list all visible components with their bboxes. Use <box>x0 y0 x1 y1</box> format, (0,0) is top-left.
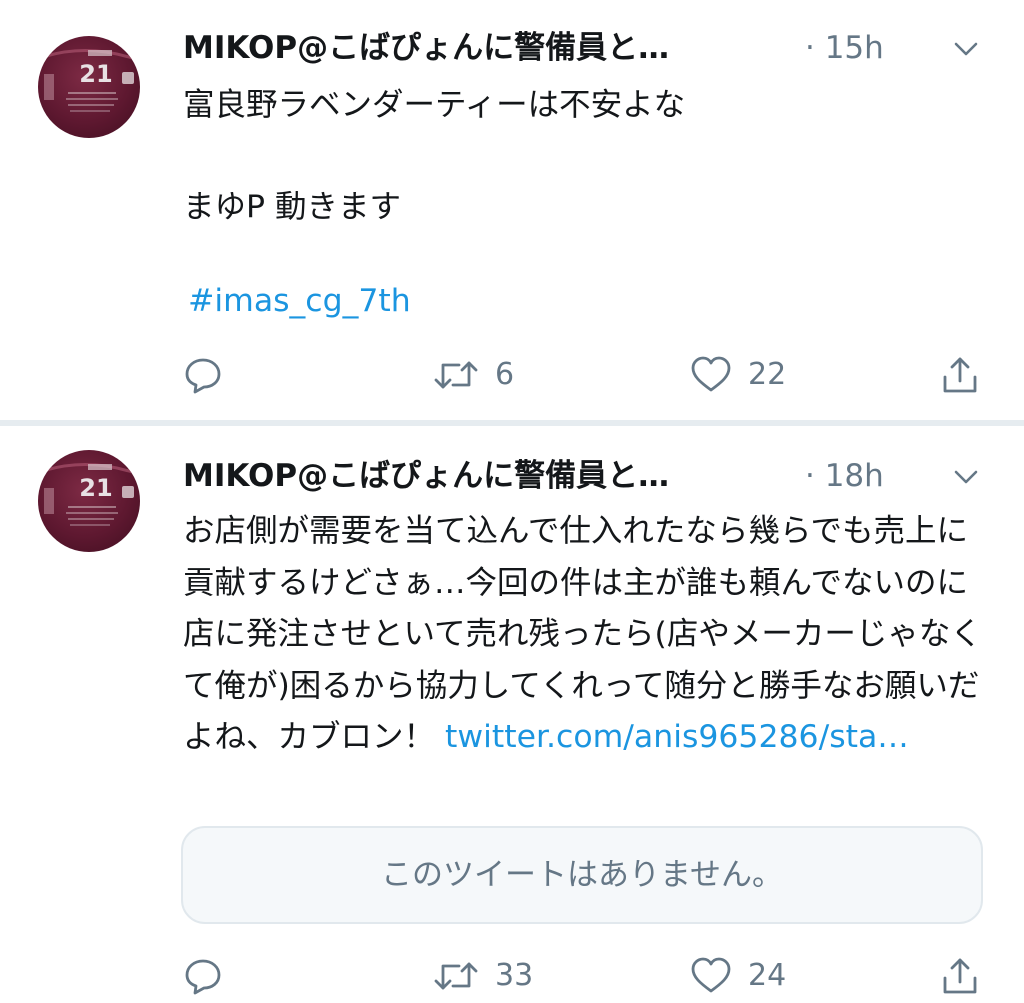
retweet-icon <box>434 361 478 389</box>
share-icon <box>943 958 977 994</box>
tweet-actions: 33 24 <box>183 956 983 996</box>
hashtag-link[interactable]: #imas_cg_7th <box>188 276 411 327</box>
retweet-button[interactable]: 6 <box>433 355 514 395</box>
tweet[interactable]: 21 MIKOP@こばぴょんに警備員と… · 18h お店側が需要を当て込んで仕… <box>0 426 1024 1003</box>
heart-icon <box>691 356 731 392</box>
like-button[interactable]: 22 <box>690 355 786 395</box>
like-count: 22 <box>748 357 787 392</box>
heart-icon <box>691 957 731 993</box>
share-icon <box>943 357 977 393</box>
share-button[interactable] <box>940 956 980 996</box>
timestamp[interactable]: · 15h <box>805 28 884 68</box>
like-count: 24 <box>748 958 787 993</box>
tweet[interactable]: 21 MIKOP@こばぴょんに警備員と… · 15h 富良野ラベンダーティーは不… <box>0 0 1024 420</box>
retweet-button[interactable]: 33 <box>433 956 533 996</box>
quoted-tweet-link[interactable]: twitter.com/anis965286/sta… <box>445 719 909 755</box>
retweet-count: 6 <box>495 357 515 392</box>
avatar-number: 21 <box>79 474 112 502</box>
quoted-unavailable-text: このツイートはありません。 <box>380 857 784 893</box>
timestamp[interactable]: · 18h <box>805 456 884 496</box>
tweet-actions: 6 22 <box>183 355 983 395</box>
tweet-text: お店側が需要を当て込んで仕入れたなら幾らでも売上に貢献するけどさぁ…今回の件は主… <box>183 506 993 764</box>
author-name[interactable]: MIKOP@こばぴょんに警備員と… <box>183 456 669 496</box>
reply-button[interactable] <box>183 956 223 996</box>
chevron-down-icon[interactable] <box>953 36 979 62</box>
avatar[interactable]: 21 <box>38 450 140 552</box>
avatar[interactable]: 21 <box>38 36 140 138</box>
quoted-tweet-unavailable[interactable]: このツイートはありません。 <box>181 826 983 924</box>
author-name[interactable]: MIKOP@こばぴょんに警備員と… <box>183 28 669 68</box>
reply-button[interactable] <box>183 355 223 395</box>
tweet-header: MIKOP@こばぴょんに警備員と… · 15h <box>183 28 990 68</box>
like-button[interactable]: 24 <box>690 956 786 996</box>
retweet-icon <box>434 962 478 990</box>
share-button[interactable] <box>940 355 980 395</box>
tweet-header: MIKOP@こばぴょんに警備員と… · 18h <box>183 456 990 496</box>
reply-icon <box>185 358 221 394</box>
reply-icon <box>185 959 221 995</box>
retweet-count: 33 <box>495 958 534 993</box>
chevron-down-icon[interactable] <box>953 464 979 490</box>
tweet-text: 富良野ラベンダーティーは不安よな まゆP 動きます <box>183 87 686 225</box>
avatar-number: 21 <box>79 60 112 88</box>
